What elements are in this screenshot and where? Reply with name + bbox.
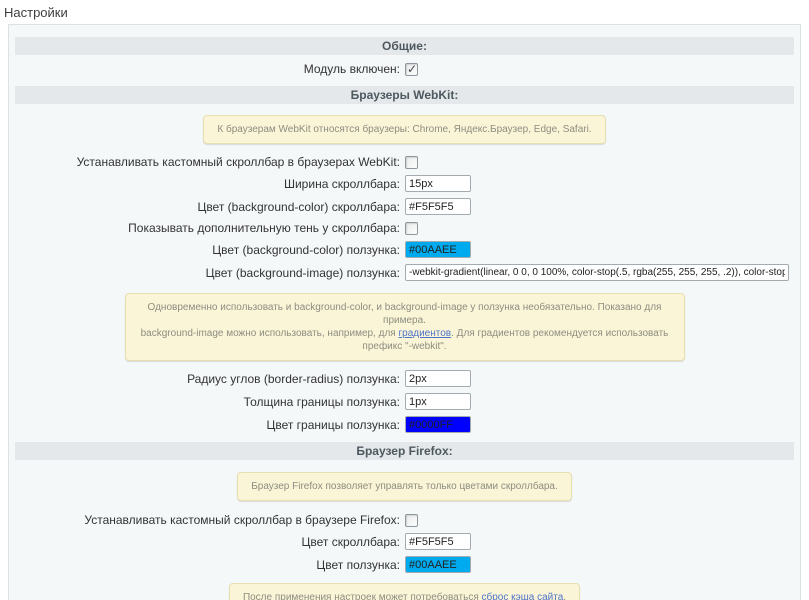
scrollbar-shadow-label: Показывать дополнительную тень у скроллб… <box>128 221 400 235</box>
cache-reset-link[interactable]: сброс кэша сайта <box>482 592 564 600</box>
thumb-bg-image-input[interactable] <box>405 264 789 281</box>
firefox-custom-scrollbar-label: Устанавливать кастомный скроллбар в брау… <box>84 513 400 527</box>
field-row-module-enabled: Модуль включен: <box>15 62 794 76</box>
field-row-firefox-scrollbar-color: Цвет скроллбара: <box>15 533 794 550</box>
thumb-bg-color-label: Цвет (background-color) ползунка: <box>212 242 400 257</box>
note-cache-before: После применения настроек может потребов… <box>242 592 482 600</box>
firefox-thumb-color-input[interactable] <box>405 556 471 573</box>
webkit-custom-scrollbar-label: Устанавливать кастомный скроллбар в брау… <box>76 155 400 169</box>
field-row-scrollbar-bg-color: Цвет (background-color) скроллбара: <box>15 198 794 215</box>
scrollbar-width-input[interactable] <box>405 175 471 192</box>
field-row-scrollbar-shadow: Показывать дополнительную тень у скроллб… <box>15 221 794 235</box>
note-gradient-line1: Одновременно использовать и background-c… <box>147 302 662 326</box>
thumb-border-color-input[interactable] <box>405 416 471 433</box>
thumb-border-width-label: Толщина границы ползунка: <box>243 394 400 409</box>
scrollbar-shadow-checkbox[interactable] <box>405 221 418 235</box>
scrollbar-bg-color-input[interactable] <box>405 198 471 215</box>
gradients-link[interactable]: градиентов <box>398 328 451 339</box>
field-row-thumb-bg-color: Цвет (background-color) ползунка: <box>15 241 794 258</box>
firefox-thumb-color-label: Цвет ползунка: <box>316 557 400 572</box>
firefox-scrollbar-color-input[interactable] <box>405 533 471 550</box>
page-title: Настройки <box>4 5 68 20</box>
note-firefox-limits: Браузер Firefox позволяет управлять толь… <box>237 472 572 501</box>
scrollbar-bg-color-label: Цвет (background-color) скроллбара: <box>197 199 400 214</box>
scrollbar-width-label: Ширина скроллбара: <box>283 176 400 191</box>
field-row-firefox-custom: Устанавливать кастомный скроллбар в брау… <box>15 513 794 527</box>
note-gradient-usage: Одновременно использовать и background-c… <box>124 293 685 361</box>
field-row-thumb-bg-image: Цвет (background-image) ползунка: <box>15 264 794 281</box>
firefox-scrollbar-color-label: Цвет скроллбара: <box>301 534 400 549</box>
note-webkit-browsers: К браузерам WebKit относятся браузеры: C… <box>203 115 606 144</box>
field-row-scrollbar-width: Ширина скроллбара: <box>15 175 794 192</box>
field-row-thumb-border-color: Цвет границы ползунка: <box>15 416 794 433</box>
thumb-border-radius-label: Радиус углов (border-radius) ползунка: <box>187 371 400 386</box>
webkit-custom-scrollbar-checkbox[interactable] <box>405 155 418 169</box>
section-header-general: Общие: <box>15 37 794 55</box>
section-header-webkit: Браузеры WebKit: <box>15 86 794 104</box>
thumb-bg-color-input[interactable] <box>405 241 471 258</box>
thumb-border-color-label: Цвет границы ползунка: <box>266 417 400 432</box>
firefox-custom-scrollbar-checkbox[interactable] <box>405 513 418 527</box>
module-enabled-label: Модуль включен: <box>303 62 400 76</box>
note-gradient-line2-before: background-image можно использовать, нап… <box>140 328 399 339</box>
module-enabled-checkbox[interactable] <box>405 62 418 76</box>
field-row-thumb-border-width: Толщина границы ползунка: <box>15 393 794 410</box>
note-cache-reset: После применения настроек может потребов… <box>228 583 581 600</box>
settings-panel: Общие: Модуль включен: Браузеры WebKit: … <box>8 24 801 600</box>
field-row-firefox-thumb-color: Цвет ползунка: <box>15 556 794 573</box>
section-header-firefox: Браузер Firefox: <box>15 442 794 460</box>
field-row-thumb-border-radius: Радиус углов (border-radius) ползунка: <box>15 370 794 387</box>
thumb-border-width-input[interactable] <box>405 393 471 410</box>
field-row-webkit-custom: Устанавливать кастомный скроллбар в брау… <box>15 155 794 169</box>
thumb-border-radius-input[interactable] <box>405 370 471 387</box>
thumb-bg-image-label: Цвет (background-image) ползунка: <box>205 265 400 280</box>
note-cache-after: . <box>563 592 567 600</box>
